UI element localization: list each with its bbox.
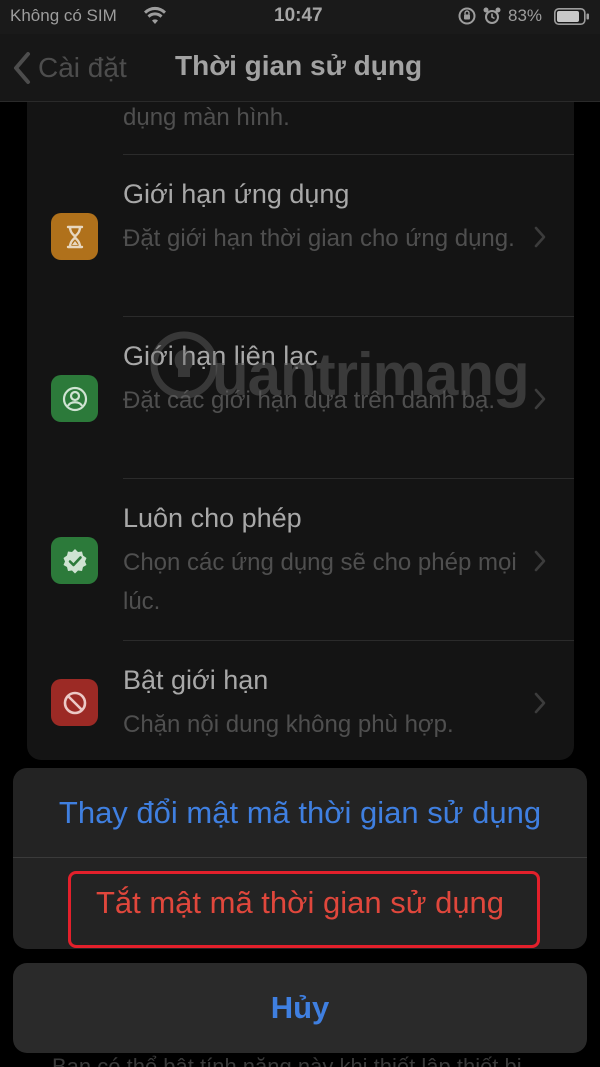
chevron-right-icon [534,388,546,410]
battery-icon [554,8,589,25]
status-bar: Không có SIM 10:47 83% [0,0,600,34]
carrier-label: Không có SIM [10,6,117,25]
footer-text-partial: Bạn có thể bật tính năng này khi thiết l… [52,1054,522,1067]
clock-time: 10:47 [274,5,323,26]
page-title: Thời gian sử dụng [175,50,423,81]
highlight-box [68,871,540,948]
block-icon [51,679,98,726]
back-button-label: Cài đặt [38,52,127,83]
alarm-icon [483,7,501,24]
cancel-button[interactable]: Hủy [13,963,587,1053]
contact-icon [51,375,98,422]
back-button[interactable]: Cài đặt [12,48,127,88]
list-item-title: Giới hạn ứng dụng [123,179,350,209]
change-passcode-button[interactable]: Thay đổi mật mã thời gian sử dụng [13,768,587,857]
rotation-lock-icon [458,7,476,25]
list-item-title: Bật giới hạn [123,665,269,695]
checkmark-badge-icon [51,537,98,584]
list-item-subtitle: Chặn nội dung không phù hợp. [123,711,454,738]
chevron-right-icon [534,692,546,714]
list-item-content-restrictions[interactable]: Bật giới hạn Chặn nội dung không phù hợp… [27,641,574,760]
list-item-title: Luôn cho phép [123,503,302,533]
battery-percent: 83% [508,6,543,25]
chevron-left-icon [14,52,30,84]
wifi-icon [144,6,166,24]
list-item-subtitle: Chọn các ứng dụng sẽ cho phép mọi lúc. [123,549,517,615]
chevron-right-icon [534,550,546,572]
list-item-app-limits[interactable]: Giới hạn ứng dụng Đặt giới hạn thời gian… [27,155,574,316]
list-item-subtitle-partial: dụng màn hình. [123,104,290,131]
hourglass-icon [51,213,98,260]
chevron-right-icon [534,226,546,248]
list-item-always-allowed[interactable]: Luôn cho phép Chọn các ứng dụng sẽ cho p… [27,479,574,640]
navigation-bar: Cài đặt Thời gian sử dụng [0,34,600,102]
watermark-text: uantrimang [212,341,530,408]
list-item-subtitle: Đặt giới hạn thời gian cho ứng dụng. [123,225,515,252]
